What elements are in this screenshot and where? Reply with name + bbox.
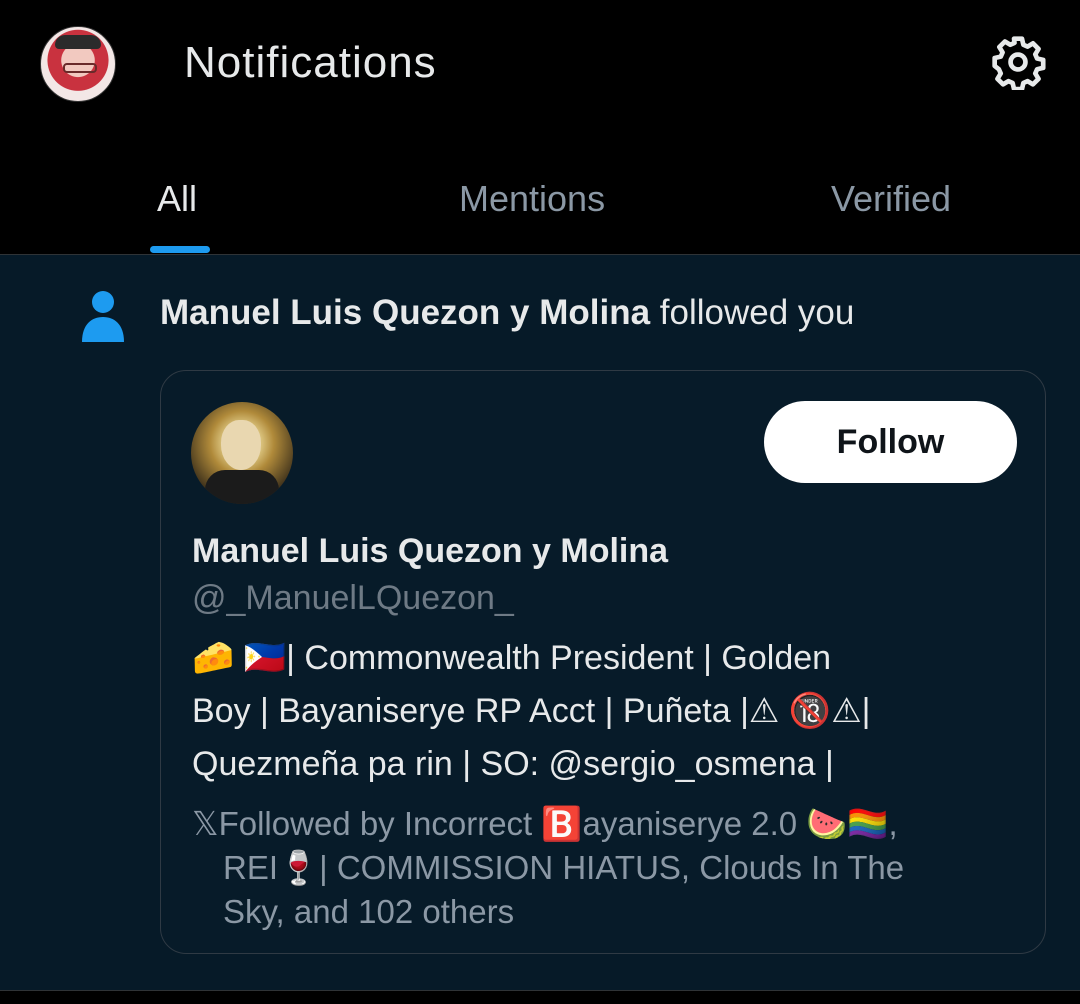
followed-by-line: 𝕏Followed by Incorrect 🅱️ayaniserye 2.0 … — [192, 805, 898, 842]
person-icon — [82, 291, 124, 342]
top-app-bar: Notifications All Mentions Verified — [0, 0, 1080, 255]
user-display-name[interactable]: Manuel Luis Quezon y Molina — [192, 532, 668, 571]
active-tab-indicator — [150, 246, 210, 253]
tab-mentions[interactable]: Mentions — [459, 178, 605, 220]
notification-text: Manuel Luis Quezon y Molina followed you — [160, 293, 854, 333]
bio-line: Quezmeña pa rin | SO: @sergio_osmena | — [192, 745, 834, 783]
tab-verified[interactable]: Verified — [831, 178, 951, 220]
action-text: followed you — [650, 293, 855, 332]
follow-button[interactable]: Follow — [764, 401, 1017, 483]
followed-by: 𝕏Followed by Incorrect 🅱️ayaniserye 2.0 … — [192, 802, 992, 934]
page-title: Notifications — [184, 38, 437, 87]
user-bio: 🧀 🇵🇭| Commonwealth President | Golden Bo… — [192, 632, 932, 791]
profile-avatar[interactable] — [40, 26, 116, 102]
user-avatar[interactable] — [191, 402, 293, 504]
next-item-edge — [0, 991, 1080, 1004]
bio-line: Boy | Bayaniserye RP Acct | Puñeta |⚠ 🔞⚠… — [192, 692, 871, 730]
followed-by-line: REI🍷| COMMISSION HIATUS, Clouds In The — [223, 849, 905, 886]
actor-name[interactable]: Manuel Luis Quezon y Molina — [160, 293, 650, 332]
tab-all[interactable]: All — [157, 178, 197, 220]
bio-line: 🧀 🇵🇭| Commonwealth President | Golden — [192, 639, 832, 677]
user-handle: @_ManuelLQuezon_ — [192, 579, 514, 617]
followed-by-line: Sky, and 102 others — [223, 893, 515, 930]
gear-icon[interactable] — [990, 34, 1046, 90]
